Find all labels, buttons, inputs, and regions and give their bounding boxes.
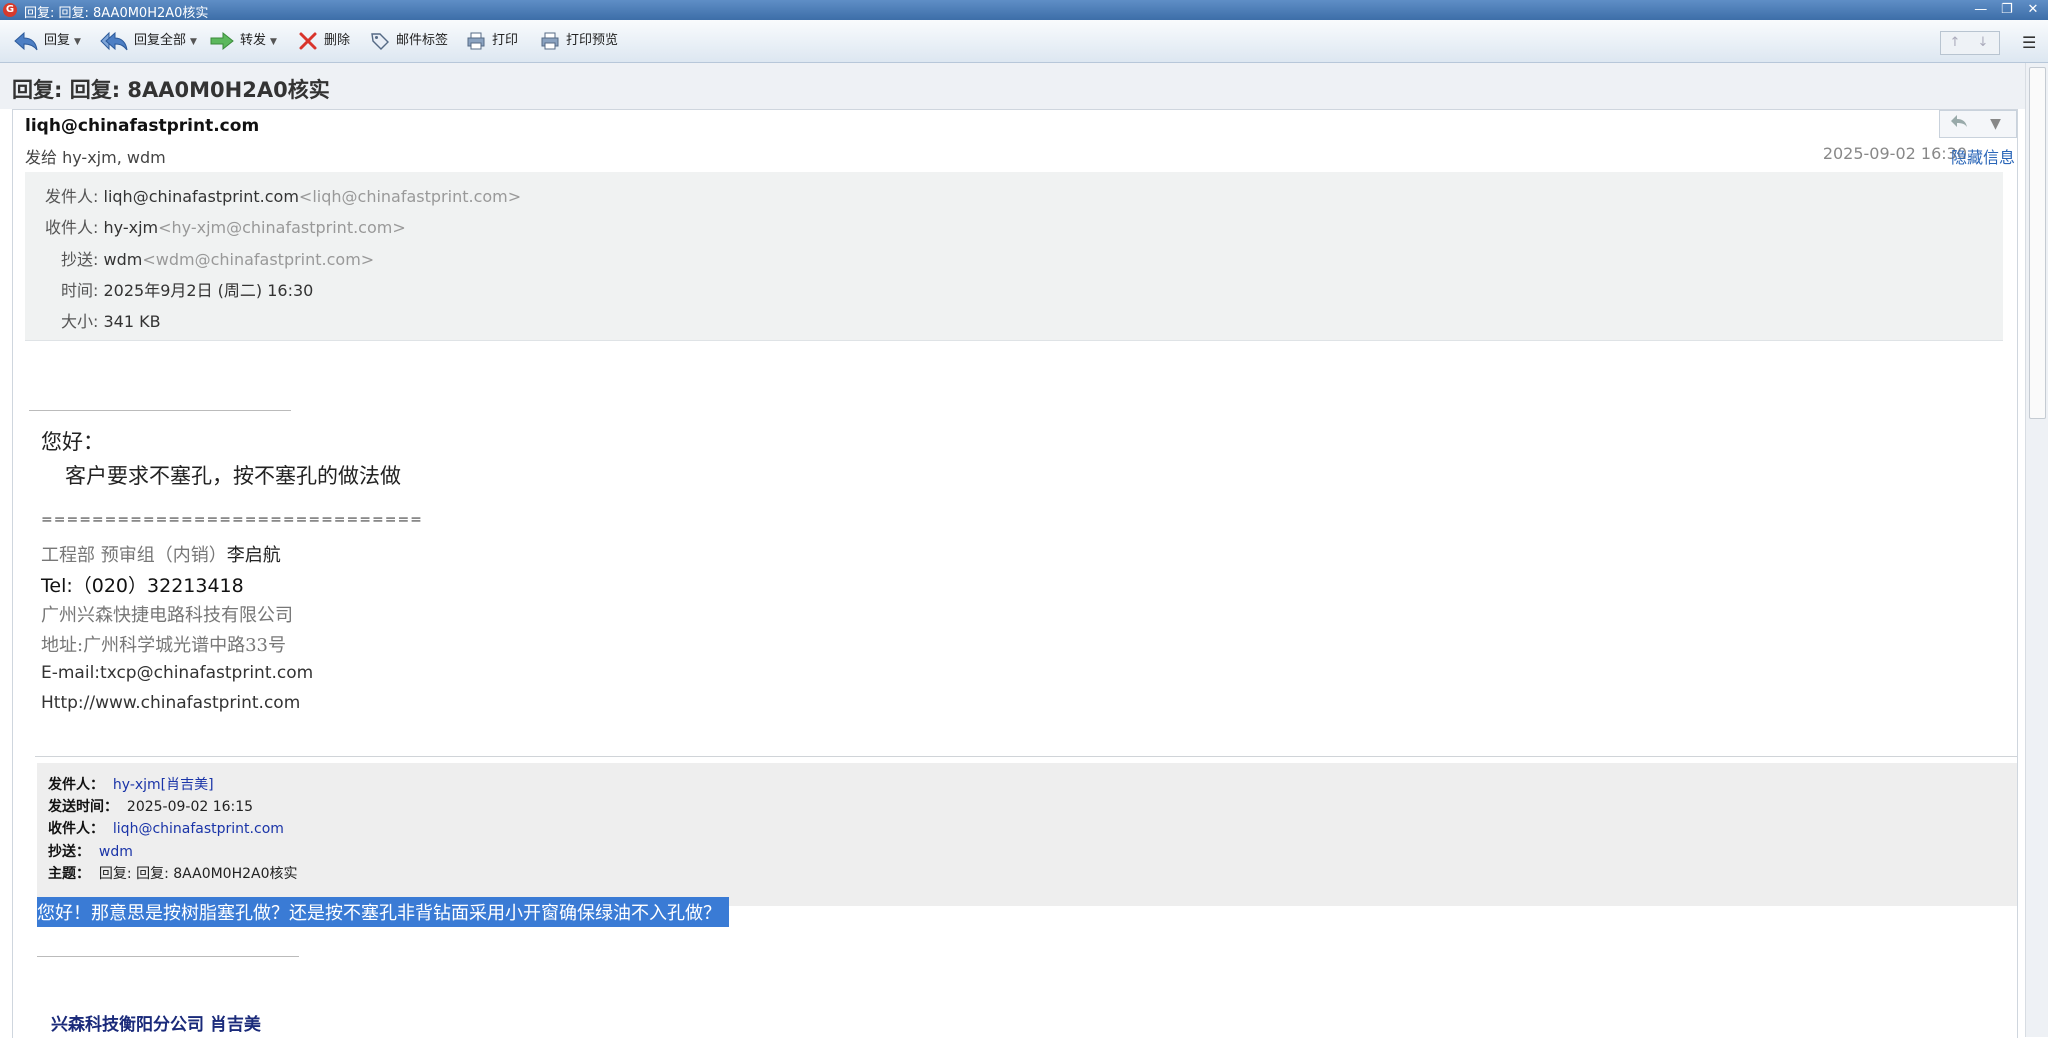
detail-time-row: 时间: 2025年9月2日 (周二) 16:30 — [61, 277, 313, 301]
detail-cc-row: 抄送: wdm<wdm@chinafastprint.com> — [61, 246, 374, 270]
message-nav: ↑ ↓ — [1940, 31, 2000, 55]
minimize-icon[interactable]: — — [1970, 1, 1992, 19]
quoted-subject-label: 主题： — [48, 866, 90, 882]
signature-separator: ============================== — [41, 512, 423, 528]
forward-button[interactable]: 转发 ▼ — [210, 30, 277, 52]
print-preview-label: 打印预览 — [566, 33, 619, 48]
chevron-down-icon[interactable]: ▼ — [190, 31, 197, 53]
detail-from-addr: <liqh@chinafastprint.com> — [298, 187, 522, 206]
quoted-to-value[interactable]: liqh@chinafastprint.com — [113, 821, 284, 837]
detail-from-name[interactable]: liqh@chinafastprint.com — [104, 187, 299, 206]
quoted-signature: 兴森科技衡阳分公司 肖吉美 — [51, 1015, 261, 1035]
scrollbar-thumb[interactable] — [2029, 67, 2046, 419]
reply-label: 回复 — [44, 33, 71, 48]
detail-size-label: 大小: — [61, 312, 99, 331]
window-controls: — ❐ ✕ — [1970, 1, 2044, 19]
quoted-cc-label: 抄送： — [48, 844, 90, 860]
detail-time-value: 2025年9月2日 (周二) 16:30 — [103, 281, 314, 300]
print-preview-icon — [541, 32, 559, 49]
quoted-from-row: 发件人： hy-xjm[肖吉美] — [48, 774, 214, 794]
reply-all-label: 回复全部 — [134, 33, 187, 48]
header-actions: ▼ — [1939, 110, 2017, 138]
quoted-header: 发件人： hy-xjm[肖吉美] 发送时间： 2025-09-02 16:15 … — [37, 763, 2017, 906]
detail-size-value: 341 KB — [103, 312, 161, 331]
signature-dept-text: 工程部 预审组（内销） — [41, 545, 227, 566]
detail-to-addr: <hy-xjm@chinafastprint.com> — [158, 218, 406, 237]
message-text: 客户要求不塞孔，按不塞孔的做法做 — [65, 464, 401, 488]
greeting: 您好： — [41, 430, 104, 454]
chevron-down-icon[interactable]: ▼ — [74, 31, 81, 53]
quoted-from-label: 发件人： — [48, 777, 104, 793]
divider — [37, 956, 299, 957]
quoted-to-label: 收件人： — [48, 821, 104, 837]
reply-icon — [14, 31, 38, 50]
quoted-to-row: 收件人： liqh@chinafastprint.com — [48, 818, 284, 838]
delete-label: 删除 — [324, 33, 351, 48]
recipients-line: 发给 hy-xjm, wdm — [25, 148, 166, 167]
mail-date: 2025-09-02 16:30 — [1822, 144, 1967, 163]
quoted-from-value[interactable]: hy-xjm[肖吉美] — [113, 777, 214, 793]
restore-icon[interactable]: ❐ — [1996, 1, 2018, 19]
sender-address: liqh@chinafastprint.com — [25, 116, 260, 136]
reply-all-icon — [100, 31, 128, 50]
delete-button[interactable]: 删除 — [298, 30, 350, 52]
quoted-cc-value[interactable]: wdm — [99, 844, 133, 860]
forward-label: 转发 — [240, 33, 267, 48]
detail-cc-name[interactable]: wdm — [104, 250, 143, 269]
detail-time-label: 时间: — [61, 281, 99, 300]
reply-all-button[interactable]: 回复全部 ▼ — [100, 30, 197, 52]
menu-icon[interactable]: ☰ — [2022, 33, 2038, 52]
signature-name: 李启航 — [226, 545, 281, 566]
reply-button[interactable]: 回复 ▼ — [14, 30, 81, 52]
selected-quoted-text[interactable]: 您好！那意思是按树脂塞孔做？还是按不塞孔非背钻面采用小开窗确保绿油不入孔做？ — [37, 897, 729, 927]
quick-reply-icon[interactable] — [1940, 111, 1977, 137]
close-icon[interactable]: ✕ — [2022, 1, 2044, 19]
quoted-sent-value: 2025-09-02 16:15 — [126, 799, 254, 815]
message-card: liqh@chinafastprint.com 发给 hy-xjm, wdm ▼… — [12, 109, 2018, 1038]
signature-address: 地址:广州科学城光谱中路33号 — [41, 635, 286, 656]
signature-dept: 工程部 预审组（内销）李启航 — [41, 541, 281, 567]
print-preview-button[interactable]: 打印预览 — [540, 30, 618, 52]
print-button[interactable]: 打印 — [466, 30, 518, 52]
quoted-subject-value: 回复: 回复: 8AA0M0H2A0核实 — [98, 866, 298, 882]
chevron-down-icon[interactable]: ▼ — [1977, 111, 2014, 137]
vertical-scrollbar[interactable] — [2025, 63, 2048, 1037]
subject-bar: 回复: 回复: 8AA0M0H2A0核实 — [0, 63, 2026, 109]
delete-x-icon — [299, 32, 317, 49]
detail-size-row: 大小: 341 KB — [61, 308, 161, 332]
detail-panel: 发件人: liqh@chinafastprint.com<liqh@chinaf… — [25, 172, 2003, 341]
quoted-sent-label: 发送时间： — [48, 799, 118, 815]
printer-icon — [467, 32, 485, 49]
toolbar: 回复 ▼ 回复全部 ▼ 转发 ▼ 删除 邮件标签 打印 打印预览 ↑ ↓ ☰ — [0, 20, 2048, 63]
detail-to-name[interactable]: hy-xjm — [104, 218, 159, 237]
arrow-down-icon[interactable]: ↓ — [1969, 32, 1997, 54]
detail-from-label: 发件人: — [45, 187, 99, 206]
quoted-sent-row: 发送时间： 2025-09-02 16:15 — [48, 796, 253, 816]
app-logo-icon: G — [3, 3, 17, 17]
quoted-subject-row: 主题： 回复: 回复: 8AA0M0H2A0核实 — [48, 863, 298, 883]
divider — [29, 410, 291, 411]
title-bar: G 回复: 回复: 8AA0M0H2A0核实 — ❐ ✕ — [0, 0, 2048, 21]
tag-icon — [371, 32, 389, 50]
detail-to-row: 收件人: hy-xjm<hy-xjm@chinafastprint.com> — [45, 214, 406, 238]
signature-company: 广州兴森快捷电路科技有限公司 — [41, 605, 293, 626]
tag-label: 邮件标签 — [396, 33, 449, 48]
detail-to-label: 收件人: — [45, 218, 99, 237]
forward-arrow-icon — [210, 31, 234, 50]
arrow-up-icon[interactable]: ↑ — [1941, 32, 1969, 54]
detail-from-row: 发件人: liqh@chinafastprint.com<liqh@chinaf… — [45, 183, 521, 207]
mail-subject: 回复: 回复: 8AA0M0H2A0核实 — [12, 78, 330, 102]
signature-tel: Tel:（020）32213418 — [41, 575, 244, 597]
tag-button[interactable]: 邮件标签 — [370, 30, 448, 52]
detail-cc-addr: <wdm@chinafastprint.com> — [142, 250, 375, 269]
hide-info-link[interactable]: 隐藏信息 — [1951, 144, 2015, 168]
quote-divider — [35, 756, 2017, 757]
chevron-down-icon[interactable]: ▼ — [270, 31, 277, 53]
quoted-cc-row: 抄送： wdm — [48, 841, 133, 861]
window-title: 回复: 回复: 8AA0M0H2A0核实 — [24, 6, 209, 21]
print-label: 打印 — [492, 33, 519, 48]
detail-cc-label: 抄送: — [61, 250, 99, 269]
signature-website: Http://www.chinafastprint.com — [41, 693, 301, 713]
signature-email: E-mail:txcp@chinafastprint.com — [41, 663, 314, 683]
